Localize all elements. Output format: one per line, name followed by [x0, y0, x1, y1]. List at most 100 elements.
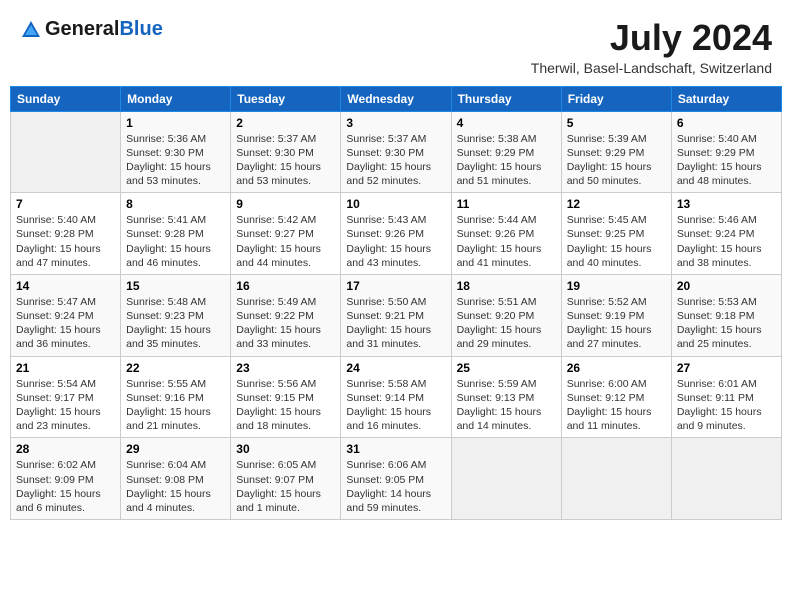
- day-number: 2: [236, 116, 335, 130]
- calendar-week-row: 28 Sunrise: 6:02 AM Sunset: 9:09 PM Dayli…: [11, 438, 782, 520]
- day-number: 31: [346, 442, 445, 456]
- day-info: Sunrise: 5:40 AM Sunset: 9:29 PM Dayligh…: [677, 132, 776, 189]
- day-number: 1: [126, 116, 225, 130]
- day-number: 27: [677, 361, 776, 375]
- day-number: 9: [236, 197, 335, 211]
- day-info: Sunrise: 5:50 AM Sunset: 9:21 PM Dayligh…: [346, 295, 445, 352]
- day-number: 14: [16, 279, 115, 293]
- calendar-cell: 8 Sunrise: 5:41 AM Sunset: 9:28 PM Daylig…: [121, 193, 231, 275]
- day-number: 19: [567, 279, 666, 293]
- day-info: Sunrise: 6:06 AM Sunset: 9:05 PM Dayligh…: [346, 458, 445, 515]
- day-info: Sunrise: 5:41 AM Sunset: 9:28 PM Dayligh…: [126, 213, 225, 270]
- day-info: Sunrise: 5:38 AM Sunset: 9:29 PM Dayligh…: [457, 132, 556, 189]
- day-number: 4: [457, 116, 556, 130]
- calendar-cell: 11 Sunrise: 5:44 AM Sunset: 9:26 PM Dayli…: [451, 193, 561, 275]
- calendar-cell: 30 Sunrise: 6:05 AM Sunset: 9:07 PM Dayli…: [231, 438, 341, 520]
- day-info: Sunrise: 5:47 AM Sunset: 9:24 PM Dayligh…: [16, 295, 115, 352]
- day-number: 8: [126, 197, 225, 211]
- day-info: Sunrise: 5:52 AM Sunset: 9:19 PM Dayligh…: [567, 295, 666, 352]
- day-info: Sunrise: 6:01 AM Sunset: 9:11 PM Dayligh…: [677, 377, 776, 434]
- day-number: 18: [457, 279, 556, 293]
- day-info: Sunrise: 5:40 AM Sunset: 9:28 PM Dayligh…: [16, 213, 115, 270]
- calendar-cell: 19 Sunrise: 5:52 AM Sunset: 9:19 PM Dayli…: [561, 274, 671, 356]
- day-info: Sunrise: 6:02 AM Sunset: 9:09 PM Dayligh…: [16, 458, 115, 515]
- calendar-cell: 18 Sunrise: 5:51 AM Sunset: 9:20 PM Dayli…: [451, 274, 561, 356]
- day-number: 24: [346, 361, 445, 375]
- day-of-week-header: Tuesday: [231, 86, 341, 111]
- calendar-header: SundayMondayTuesdayWednesdayThursdayFrid…: [11, 86, 782, 111]
- calendar-cell: 22 Sunrise: 5:55 AM Sunset: 9:16 PM Dayli…: [121, 356, 231, 438]
- calendar-cell: 23 Sunrise: 5:56 AM Sunset: 9:15 PM Dayli…: [231, 356, 341, 438]
- calendar-cell: 5 Sunrise: 5:39 AM Sunset: 9:29 PM Daylig…: [561, 111, 671, 193]
- day-number: 6: [677, 116, 776, 130]
- calendar-cell: 4 Sunrise: 5:38 AM Sunset: 9:29 PM Daylig…: [451, 111, 561, 193]
- calendar-cell: 28 Sunrise: 6:02 AM Sunset: 9:09 PM Dayli…: [11, 438, 121, 520]
- day-number: 23: [236, 361, 335, 375]
- calendar-cell: 12 Sunrise: 5:45 AM Sunset: 9:25 PM Dayli…: [561, 193, 671, 275]
- calendar-cell: 25 Sunrise: 5:59 AM Sunset: 9:13 PM Dayli…: [451, 356, 561, 438]
- day-of-week-header: Monday: [121, 86, 231, 111]
- day-info: Sunrise: 5:42 AM Sunset: 9:27 PM Dayligh…: [236, 213, 335, 270]
- day-of-week-header: Friday: [561, 86, 671, 111]
- day-number: 21: [16, 361, 115, 375]
- day-number: 5: [567, 116, 666, 130]
- calendar-cell: 6 Sunrise: 5:40 AM Sunset: 9:29 PM Daylig…: [671, 111, 781, 193]
- day-info: Sunrise: 5:58 AM Sunset: 9:14 PM Dayligh…: [346, 377, 445, 434]
- location: Therwil, Basel-Landschaft, Switzerland: [531, 60, 772, 76]
- calendar-cell: 26Sunrise: 6:00 AM Sunset: 9:12 PM Dayli…: [561, 356, 671, 438]
- day-info: Sunrise: 5:44 AM Sunset: 9:26 PM Dayligh…: [457, 213, 556, 270]
- calendar-cell: 2Sunrise: 5:37 AM Sunset: 9:30 PM Daylig…: [231, 111, 341, 193]
- day-info: Sunrise: 5:51 AM Sunset: 9:20 PM Dayligh…: [457, 295, 556, 352]
- calendar-cell: 20Sunrise: 5:53 AM Sunset: 9:18 PM Dayli…: [671, 274, 781, 356]
- day-info: Sunrise: 5:48 AM Sunset: 9:23 PM Dayligh…: [126, 295, 225, 352]
- day-info: Sunrise: 5:53 AM Sunset: 9:18 PM Dayligh…: [677, 295, 776, 352]
- day-info: Sunrise: 6:05 AM Sunset: 9:07 PM Dayligh…: [236, 458, 335, 515]
- day-number: 11: [457, 197, 556, 211]
- day-number: 3: [346, 116, 445, 130]
- calendar-cell: 31 Sunrise: 6:06 AM Sunset: 9:05 PM Dayli…: [341, 438, 451, 520]
- day-number: 7: [16, 197, 115, 211]
- day-number: 22: [126, 361, 225, 375]
- calendar-cell: 27 Sunrise: 6:01 AM Sunset: 9:11 PM Dayli…: [671, 356, 781, 438]
- calendar-cell: 29 Sunrise: 6:04 AM Sunset: 9:08 PM Dayli…: [121, 438, 231, 520]
- day-info: Sunrise: 5:36 AM Sunset: 9:30 PM Dayligh…: [126, 132, 225, 189]
- calendar-cell: 14 Sunrise: 5:47 AM Sunset: 9:24 PM Dayli…: [11, 274, 121, 356]
- calendar-cell: [561, 438, 671, 520]
- calendar-cell: 16 Sunrise: 5:49 AM Sunset: 9:22 PM Dayli…: [231, 274, 341, 356]
- day-info: Sunrise: 5:55 AM Sunset: 9:16 PM Dayligh…: [126, 377, 225, 434]
- day-number: 28: [16, 442, 115, 456]
- day-info: Sunrise: 5:43 AM Sunset: 9:26 PM Dayligh…: [346, 213, 445, 270]
- calendar-cell: [11, 111, 121, 193]
- day-number: 12: [567, 197, 666, 211]
- calendar-cell: 21Sunrise: 5:54 AM Sunset: 9:17 PM Dayli…: [11, 356, 121, 438]
- day-number: 25: [457, 361, 556, 375]
- calendar-week-row: 14 Sunrise: 5:47 AM Sunset: 9:24 PM Dayli…: [11, 274, 782, 356]
- calendar-cell: 7 Sunrise: 5:40 AM Sunset: 9:28 PM Daylig…: [11, 193, 121, 275]
- logo-general: General: [45, 18, 119, 41]
- day-info: Sunrise: 6:00 AM Sunset: 9:12 PM Dayligh…: [567, 377, 666, 434]
- day-number: 13: [677, 197, 776, 211]
- calendar-cell: [671, 438, 781, 520]
- calendar-cell: 24 Sunrise: 5:58 AM Sunset: 9:14 PM Dayli…: [341, 356, 451, 438]
- month-title: July 2024: [531, 18, 772, 58]
- day-info: Sunrise: 5:49 AM Sunset: 9:22 PM Dayligh…: [236, 295, 335, 352]
- calendar-week-row: 1 Sunrise: 5:36 AM Sunset: 9:30 PM Daylig…: [11, 111, 782, 193]
- calendar-week-row: 7 Sunrise: 5:40 AM Sunset: 9:28 PM Daylig…: [11, 193, 782, 275]
- calendar-table: SundayMondayTuesdayWednesdayThursdayFrid…: [10, 86, 782, 520]
- day-number: 15: [126, 279, 225, 293]
- day-number: 10: [346, 197, 445, 211]
- day-number: 30: [236, 442, 335, 456]
- calendar-cell: 10 Sunrise: 5:43 AM Sunset: 9:26 PM Dayli…: [341, 193, 451, 275]
- logo: GeneralBlue: [20, 18, 163, 41]
- day-info: Sunrise: 5:56 AM Sunset: 9:15 PM Dayligh…: [236, 377, 335, 434]
- calendar-cell: 9 Sunrise: 5:42 AM Sunset: 9:27 PM Daylig…: [231, 193, 341, 275]
- day-info: Sunrise: 5:39 AM Sunset: 9:29 PM Dayligh…: [567, 132, 666, 189]
- day-of-week-header: Sunday: [11, 86, 121, 111]
- day-number: 16: [236, 279, 335, 293]
- day-of-week-header: Saturday: [671, 86, 781, 111]
- day-info: Sunrise: 5:45 AM Sunset: 9:25 PM Dayligh…: [567, 213, 666, 270]
- day-of-week-header: Thursday: [451, 86, 561, 111]
- day-info: Sunrise: 6:04 AM Sunset: 9:08 PM Dayligh…: [126, 458, 225, 515]
- day-info: Sunrise: 5:59 AM Sunset: 9:13 PM Dayligh…: [457, 377, 556, 434]
- day-number: 29: [126, 442, 225, 456]
